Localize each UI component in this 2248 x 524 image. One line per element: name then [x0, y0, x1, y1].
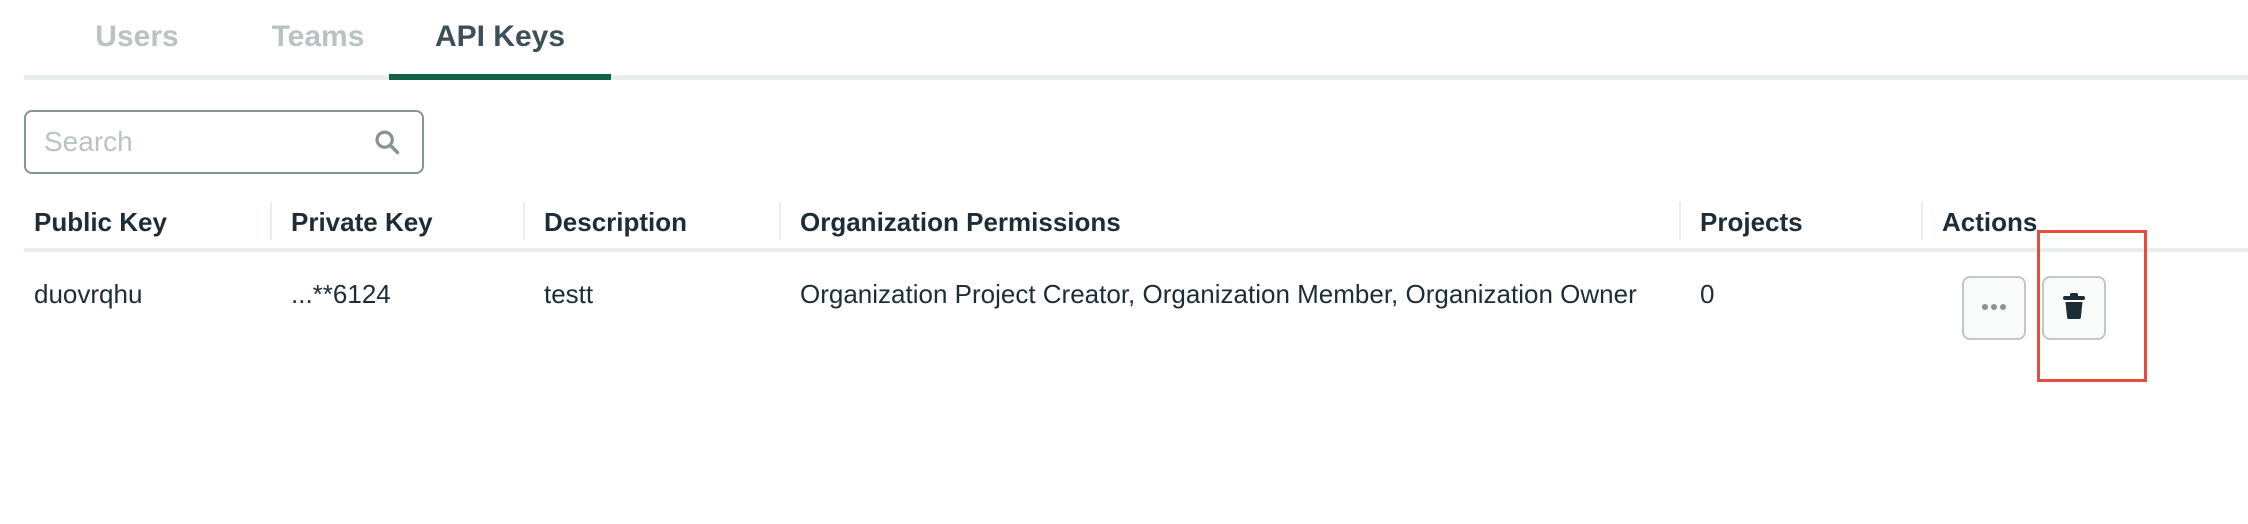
more-actions-button[interactable] [1962, 276, 2026, 340]
column-header-projects: Projects [1679, 200, 1803, 244]
column-header-organization-permissions: Organization Permissions [779, 200, 1660, 244]
tab-bar: Users Teams API Keys [24, 0, 2248, 80]
tab-users[interactable]: Users [72, 20, 202, 76]
projects-cell: 0 [1700, 279, 1715, 309]
column-header-private-key: Private Key [270, 200, 433, 244]
tab-teams[interactable]: Teams [248, 20, 388, 76]
public-key-cell: duovrqhu [34, 279, 143, 309]
private-key-cell: ...**6124 [291, 279, 391, 309]
search-input[interactable] [42, 125, 372, 159]
table-header: Public Key Private Key Description Organ… [24, 200, 2248, 252]
search-icon[interactable] [372, 127, 402, 157]
column-header-actions: Actions [1920, 200, 2037, 244]
permissions-cell: Organization Project Creator, Organizati… [800, 279, 1637, 309]
search-box[interactable] [24, 110, 424, 174]
description-cell: testt [544, 279, 594, 309]
table-row: duovrqhu ...**6124 testt Organization Pr… [24, 256, 2248, 376]
column-header-public-key: Public Key [34, 206, 167, 237]
column-header-description: Description [522, 200, 687, 244]
ellipsis-icon [1980, 299, 2008, 317]
tab-api-keys[interactable]: API Keys [389, 20, 611, 80]
highlight-box [2037, 230, 2147, 382]
